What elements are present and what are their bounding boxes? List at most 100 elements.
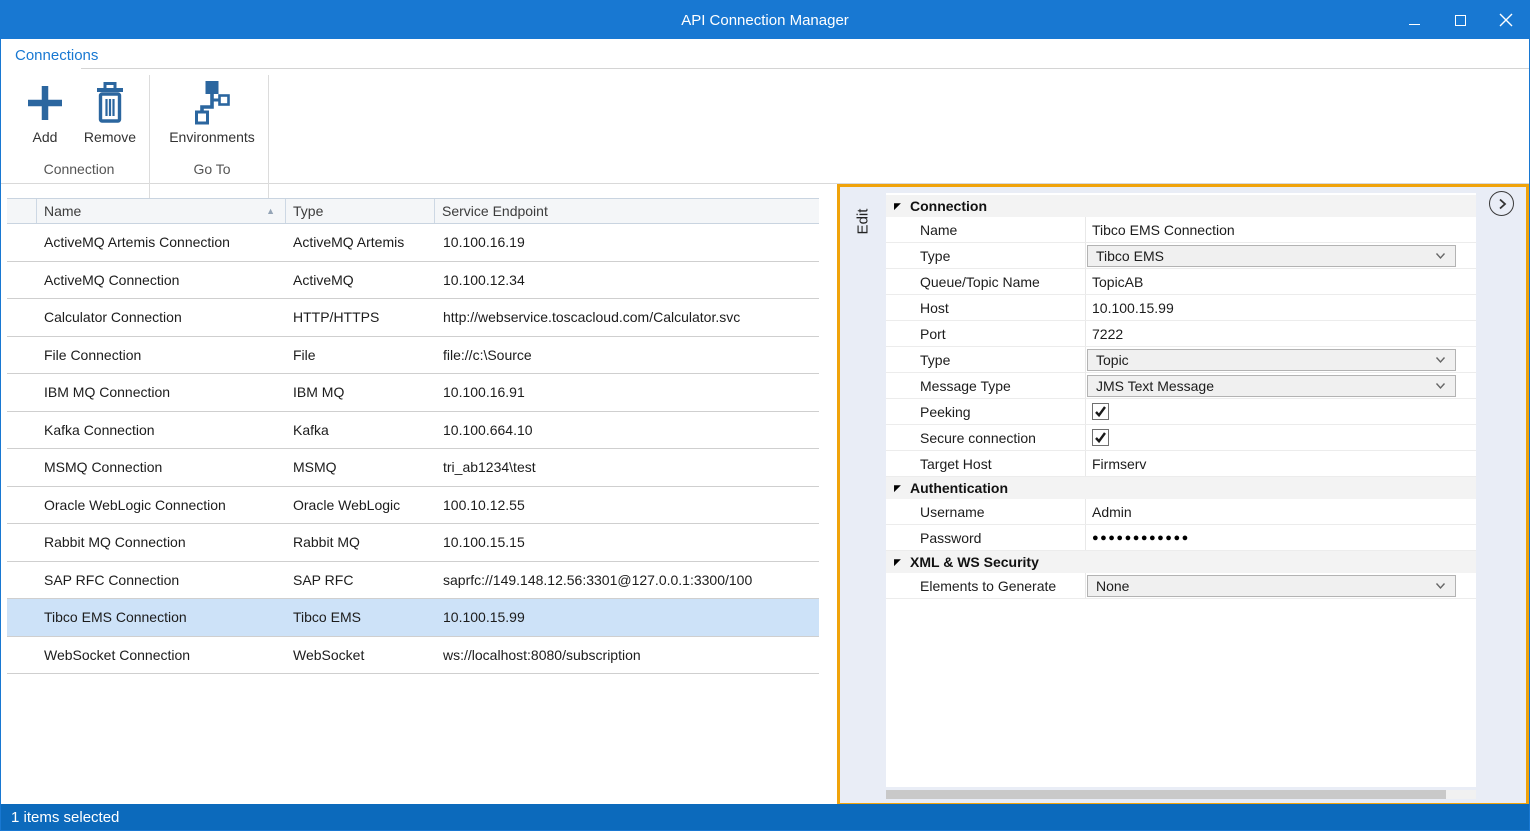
cell-type: Kafka	[286, 422, 435, 438]
property-value[interactable]: Tibco EMS Connection	[1086, 217, 1476, 242]
group-label-connection: Connection	[17, 161, 141, 177]
table-row[interactable]: Tibco EMS ConnectionTibco EMS10.100.15.9…	[7, 599, 819, 637]
property-row: Host10.100.15.99	[886, 295, 1476, 321]
ribbon-group-separator	[268, 75, 269, 199]
cell-type: Rabbit MQ	[286, 534, 435, 550]
property-dropdown[interactable]: JMS Text Message	[1087, 375, 1456, 397]
section-header-connection[interactable]: ◤ Connection	[886, 195, 1476, 217]
app-window: API Connection Manager Connections Add	[0, 0, 1530, 831]
password-masked-value: ●●●●●●●●●●●●	[1086, 532, 1190, 544]
cell-service-endpoint: 100.10.12.55	[435, 497, 819, 513]
table-row[interactable]: ActiveMQ Artemis ConnectionActiveMQ Arte…	[7, 224, 819, 262]
property-value[interactable]: 10.100.15.99	[1086, 295, 1476, 320]
property-value[interactable]	[1086, 425, 1476, 450]
table-row[interactable]: Rabbit MQ ConnectionRabbit MQ10.100.15.1…	[7, 524, 819, 562]
property-grid: ◤ConnectionNameTibco EMS ConnectionTypeT…	[886, 193, 1476, 787]
cell-service-endpoint: 10.100.16.19	[435, 234, 819, 250]
property-row: TypeTibco EMS	[886, 243, 1476, 269]
group-label-goto: Go To	[164, 161, 260, 177]
connection-table: Name ▲ Type Service Endpoint ActiveMQ Ar…	[7, 198, 819, 674]
property-checkbox[interactable]	[1092, 429, 1109, 446]
property-dropdown[interactable]: Topic	[1087, 349, 1456, 371]
section-header-xml-ws-security[interactable]: ◤XML & WS Security	[886, 551, 1476, 573]
table-row[interactable]: SAP RFC ConnectionSAP RFCsaprfc://149.14…	[7, 562, 819, 600]
maximize-button[interactable]	[1437, 1, 1483, 39]
section-header-authentication[interactable]: ◤Authentication	[886, 477, 1476, 499]
table-header: Name ▲ Type Service Endpoint	[7, 198, 819, 224]
property-value[interactable]: Topic	[1086, 347, 1476, 372]
property-value[interactable]: Tibco EMS	[1086, 243, 1476, 268]
property-value[interactable]: None	[1086, 573, 1476, 598]
minimize-icon	[1409, 24, 1420, 25]
table-row[interactable]: File ConnectionFilefile://c:\Source	[7, 337, 819, 375]
cell-type: ActiveMQ	[286, 272, 435, 288]
cell-type: SAP RFC	[286, 572, 435, 588]
header-row-indicator-column	[7, 199, 37, 223]
property-row: Type Topic	[886, 347, 1476, 373]
table-row[interactable]: Calculator ConnectionHTTP/HTTPShttp://we…	[7, 299, 819, 337]
property-label: Elements to Generate	[886, 573, 1086, 598]
cell-type: Tibco EMS	[286, 609, 435, 625]
property-value[interactable]: Firmserv	[1086, 451, 1476, 476]
property-value[interactable]: 7222	[1086, 321, 1476, 346]
property-label: Name	[886, 217, 1086, 242]
section-title: Connection	[910, 198, 987, 214]
table-row[interactable]: IBM MQ ConnectionIBM MQ10.100.16.91	[7, 374, 819, 412]
close-button[interactable]	[1483, 1, 1529, 39]
cell-service-endpoint: 10.100.664.10	[435, 422, 819, 438]
property-value[interactable]: Admin	[1086, 499, 1476, 524]
cell-type: MSMQ	[286, 459, 435, 475]
cell-name: Calculator Connection	[37, 309, 286, 325]
cell-name: MSMQ Connection	[37, 459, 286, 475]
property-text-value: Firmserv	[1086, 456, 1146, 472]
cell-type: HTTP/HTTPS	[286, 309, 435, 325]
column-header-service-endpoint[interactable]: Service Endpoint	[435, 199, 819, 223]
remove-button-label: Remove	[84, 129, 136, 145]
table-row[interactable]: Oracle WebLogic ConnectionOracle WebLogi…	[7, 487, 819, 525]
cell-service-endpoint: 10.100.16.91	[435, 384, 819, 400]
collapse-panel-button[interactable]	[1489, 191, 1514, 216]
column-header-name[interactable]: Name ▲	[37, 199, 286, 223]
cell-service-endpoint: tri_ab1234\test	[435, 459, 819, 475]
cell-name: WebSocket Connection	[37, 647, 286, 663]
property-dropdown[interactable]: Tibco EMS	[1087, 245, 1456, 267]
edit-tab-label: Edit	[855, 202, 872, 242]
ribbon: Connections Add Remove	[1, 39, 1529, 184]
minimize-button[interactable]	[1391, 1, 1437, 39]
property-row: UsernameAdmin	[886, 499, 1476, 525]
property-label: Type	[886, 347, 1086, 372]
dropdown-selected-value: JMS Text Message	[1096, 378, 1214, 394]
property-checkbox[interactable]	[1092, 403, 1109, 420]
checkmark-icon	[1094, 431, 1107, 444]
table-row[interactable]: MSMQ ConnectionMSMQtri_ab1234\test	[7, 449, 819, 487]
horizontal-scrollbar[interactable]	[886, 790, 1476, 799]
cell-type: ActiveMQ Artemis	[286, 234, 435, 250]
property-label: Type	[886, 243, 1086, 268]
property-value[interactable]: JMS Text Message	[1086, 373, 1476, 398]
property-text-value: 10.100.15.99	[1086, 300, 1174, 316]
table-row[interactable]: Kafka ConnectionKafka10.100.664.10	[7, 412, 819, 450]
chevron-down-icon	[1435, 382, 1446, 390]
table-row[interactable]: ActiveMQ ConnectionActiveMQ10.100.12.34	[7, 262, 819, 300]
property-value[interactable]: ●●●●●●●●●●●●	[1086, 525, 1476, 550]
cell-service-endpoint: 10.100.15.99	[435, 609, 819, 625]
column-header-name-label: Name	[44, 203, 81, 219]
property-dropdown[interactable]: None	[1087, 575, 1456, 597]
tab-connections[interactable]: Connections	[15, 47, 98, 64]
property-value[interactable]	[1086, 399, 1476, 424]
cell-service-endpoint: file://c:\Source	[435, 347, 819, 363]
dropdown-selected-value: Topic	[1096, 352, 1129, 368]
cell-name: File Connection	[37, 347, 286, 363]
table-row[interactable]: WebSocket ConnectionWebSocketws://localh…	[7, 637, 819, 675]
column-header-type[interactable]: Type	[286, 199, 435, 223]
edit-tab-strip[interactable]: Edit	[840, 187, 886, 803]
environments-diagram-icon	[192, 79, 232, 127]
chevron-right-icon	[1496, 198, 1508, 210]
scrollbar-thumb[interactable]	[886, 790, 1446, 799]
property-value[interactable]: TopicAB	[1086, 269, 1476, 294]
cell-type: Oracle WebLogic	[286, 497, 435, 513]
cell-service-endpoint: http://webservice.toscacloud.com/Calcula…	[435, 309, 819, 325]
property-label: Username	[886, 499, 1086, 524]
expander-icon: ◤	[894, 201, 904, 211]
expander-icon: ◤	[894, 557, 904, 567]
